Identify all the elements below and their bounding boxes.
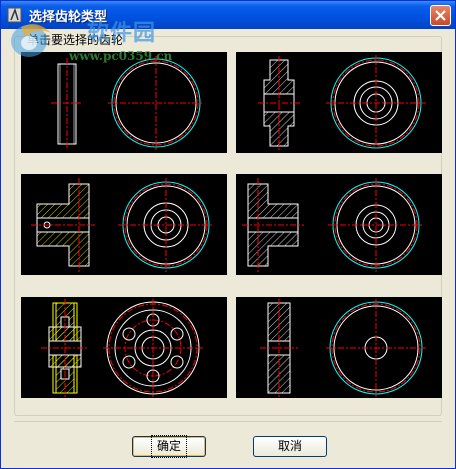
cancel-button[interactable]: 取消 <box>253 436 327 457</box>
close-button[interactable] <box>430 5 451 26</box>
gear-option-double-hub[interactable] <box>236 52 442 153</box>
single-hub-gear-drawing <box>242 178 424 272</box>
plain-disc-gear-drawing <box>51 56 204 150</box>
gear-option-web-with-holes[interactable] <box>21 297 227 398</box>
double-hub-gear-drawing <box>258 55 426 151</box>
ok-button-label: 确定 <box>150 435 188 458</box>
button-separator <box>14 421 442 422</box>
gear-option-plain-disc[interactable] <box>21 52 227 153</box>
ok-button[interactable]: 确定 <box>132 435 206 458</box>
web-holes-gear-drawing <box>41 299 203 397</box>
gear-option-single-hub-yellow[interactable] <box>21 174 227 275</box>
single-hub-yellow-gear-drawing <box>31 178 214 272</box>
gear-type-dialog: 选择齿轮类型 单击要选择的齿轮 确定 取消 软件园 www.pc0359.cn <box>0 0 456 469</box>
close-icon <box>435 10 446 21</box>
cancel-button-label: 取消 <box>277 439 302 453</box>
instruction-label: 单击要选择的齿轮 <box>25 31 126 48</box>
gear-option-solid-bore[interactable] <box>236 297 442 398</box>
window-title: 选择齿轮类型 <box>29 10 108 25</box>
solid-bore-gear-drawing <box>260 299 426 397</box>
app-icon <box>7 7 22 23</box>
title-bar[interactable]: 选择齿轮类型 <box>1 1 455 29</box>
gear-option-single-hub[interactable] <box>236 174 442 275</box>
